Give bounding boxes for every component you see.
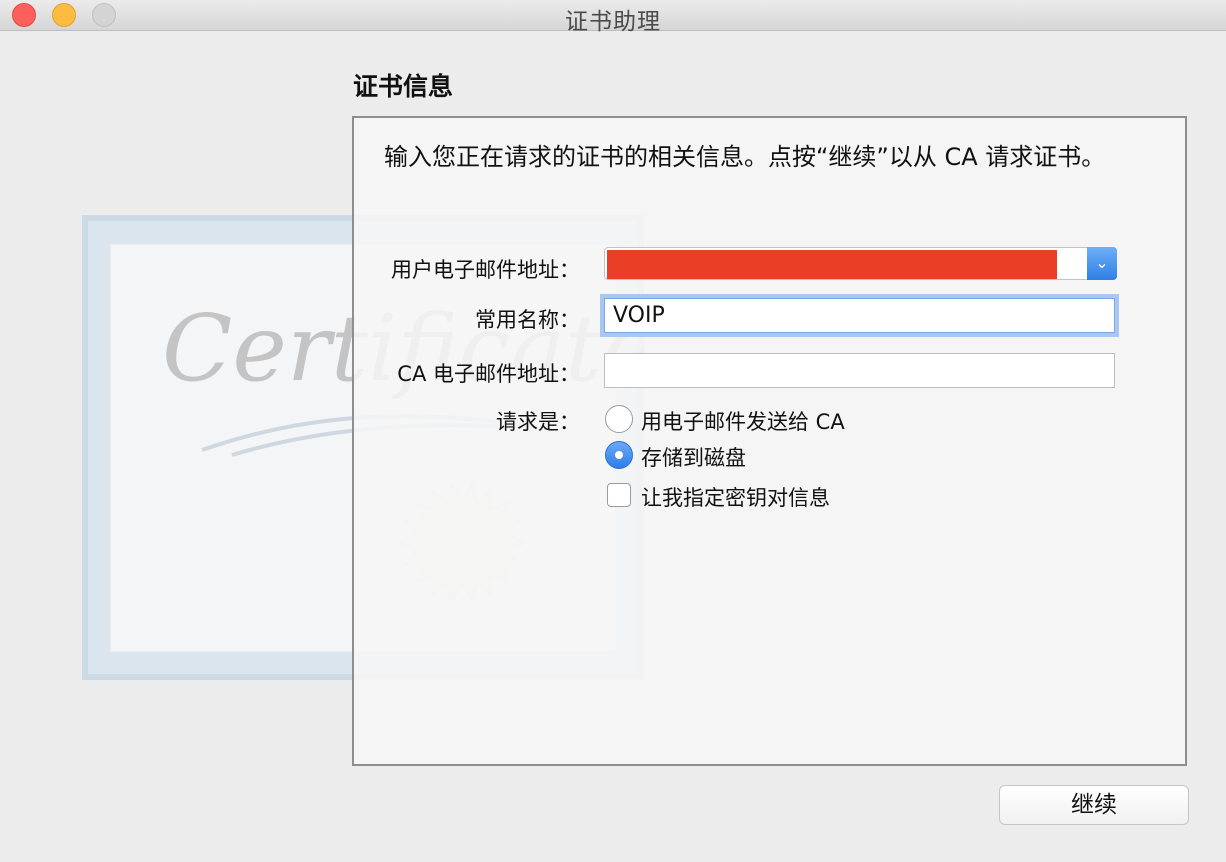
common-name-label: 常用名称： [475,308,580,332]
description-text: 输入您正在请求的证书的相关信息。点按“继续”以从 CA 请求证书。 [384,143,1106,171]
request-label: 请求是： [496,410,580,434]
specify-key-pair-checkbox[interactable] [607,483,631,507]
ca-email-field[interactable] [604,353,1115,388]
save-to-disk-radio[interactable] [605,441,633,469]
title-bar: 证书助理 [0,0,1226,35]
window-title: 证书助理 [565,9,661,35]
specify-key-pair-label[interactable]: 让我指定密钥对信息 [641,482,830,512]
user-email-label: 用户电子邮件地址： [391,258,580,282]
user-email-combobox[interactable]: ⌄ [604,247,1117,280]
form-panel [352,116,1187,766]
section-title: 证书信息 [353,72,454,101]
common-name-field[interactable]: VOIP [604,298,1115,333]
email-to-ca-label[interactable]: 用电子邮件发送给 CA [641,406,845,436]
email-redaction [607,250,1057,279]
save-to-disk-label[interactable]: 存储到磁盘 [641,442,746,472]
ca-email-label: CA 电子邮件地址： [397,362,580,386]
chevron-down-icon[interactable]: ⌄ [1087,247,1117,280]
email-to-ca-radio[interactable] [605,405,633,433]
continue-button[interactable]: 继续 [999,785,1189,825]
